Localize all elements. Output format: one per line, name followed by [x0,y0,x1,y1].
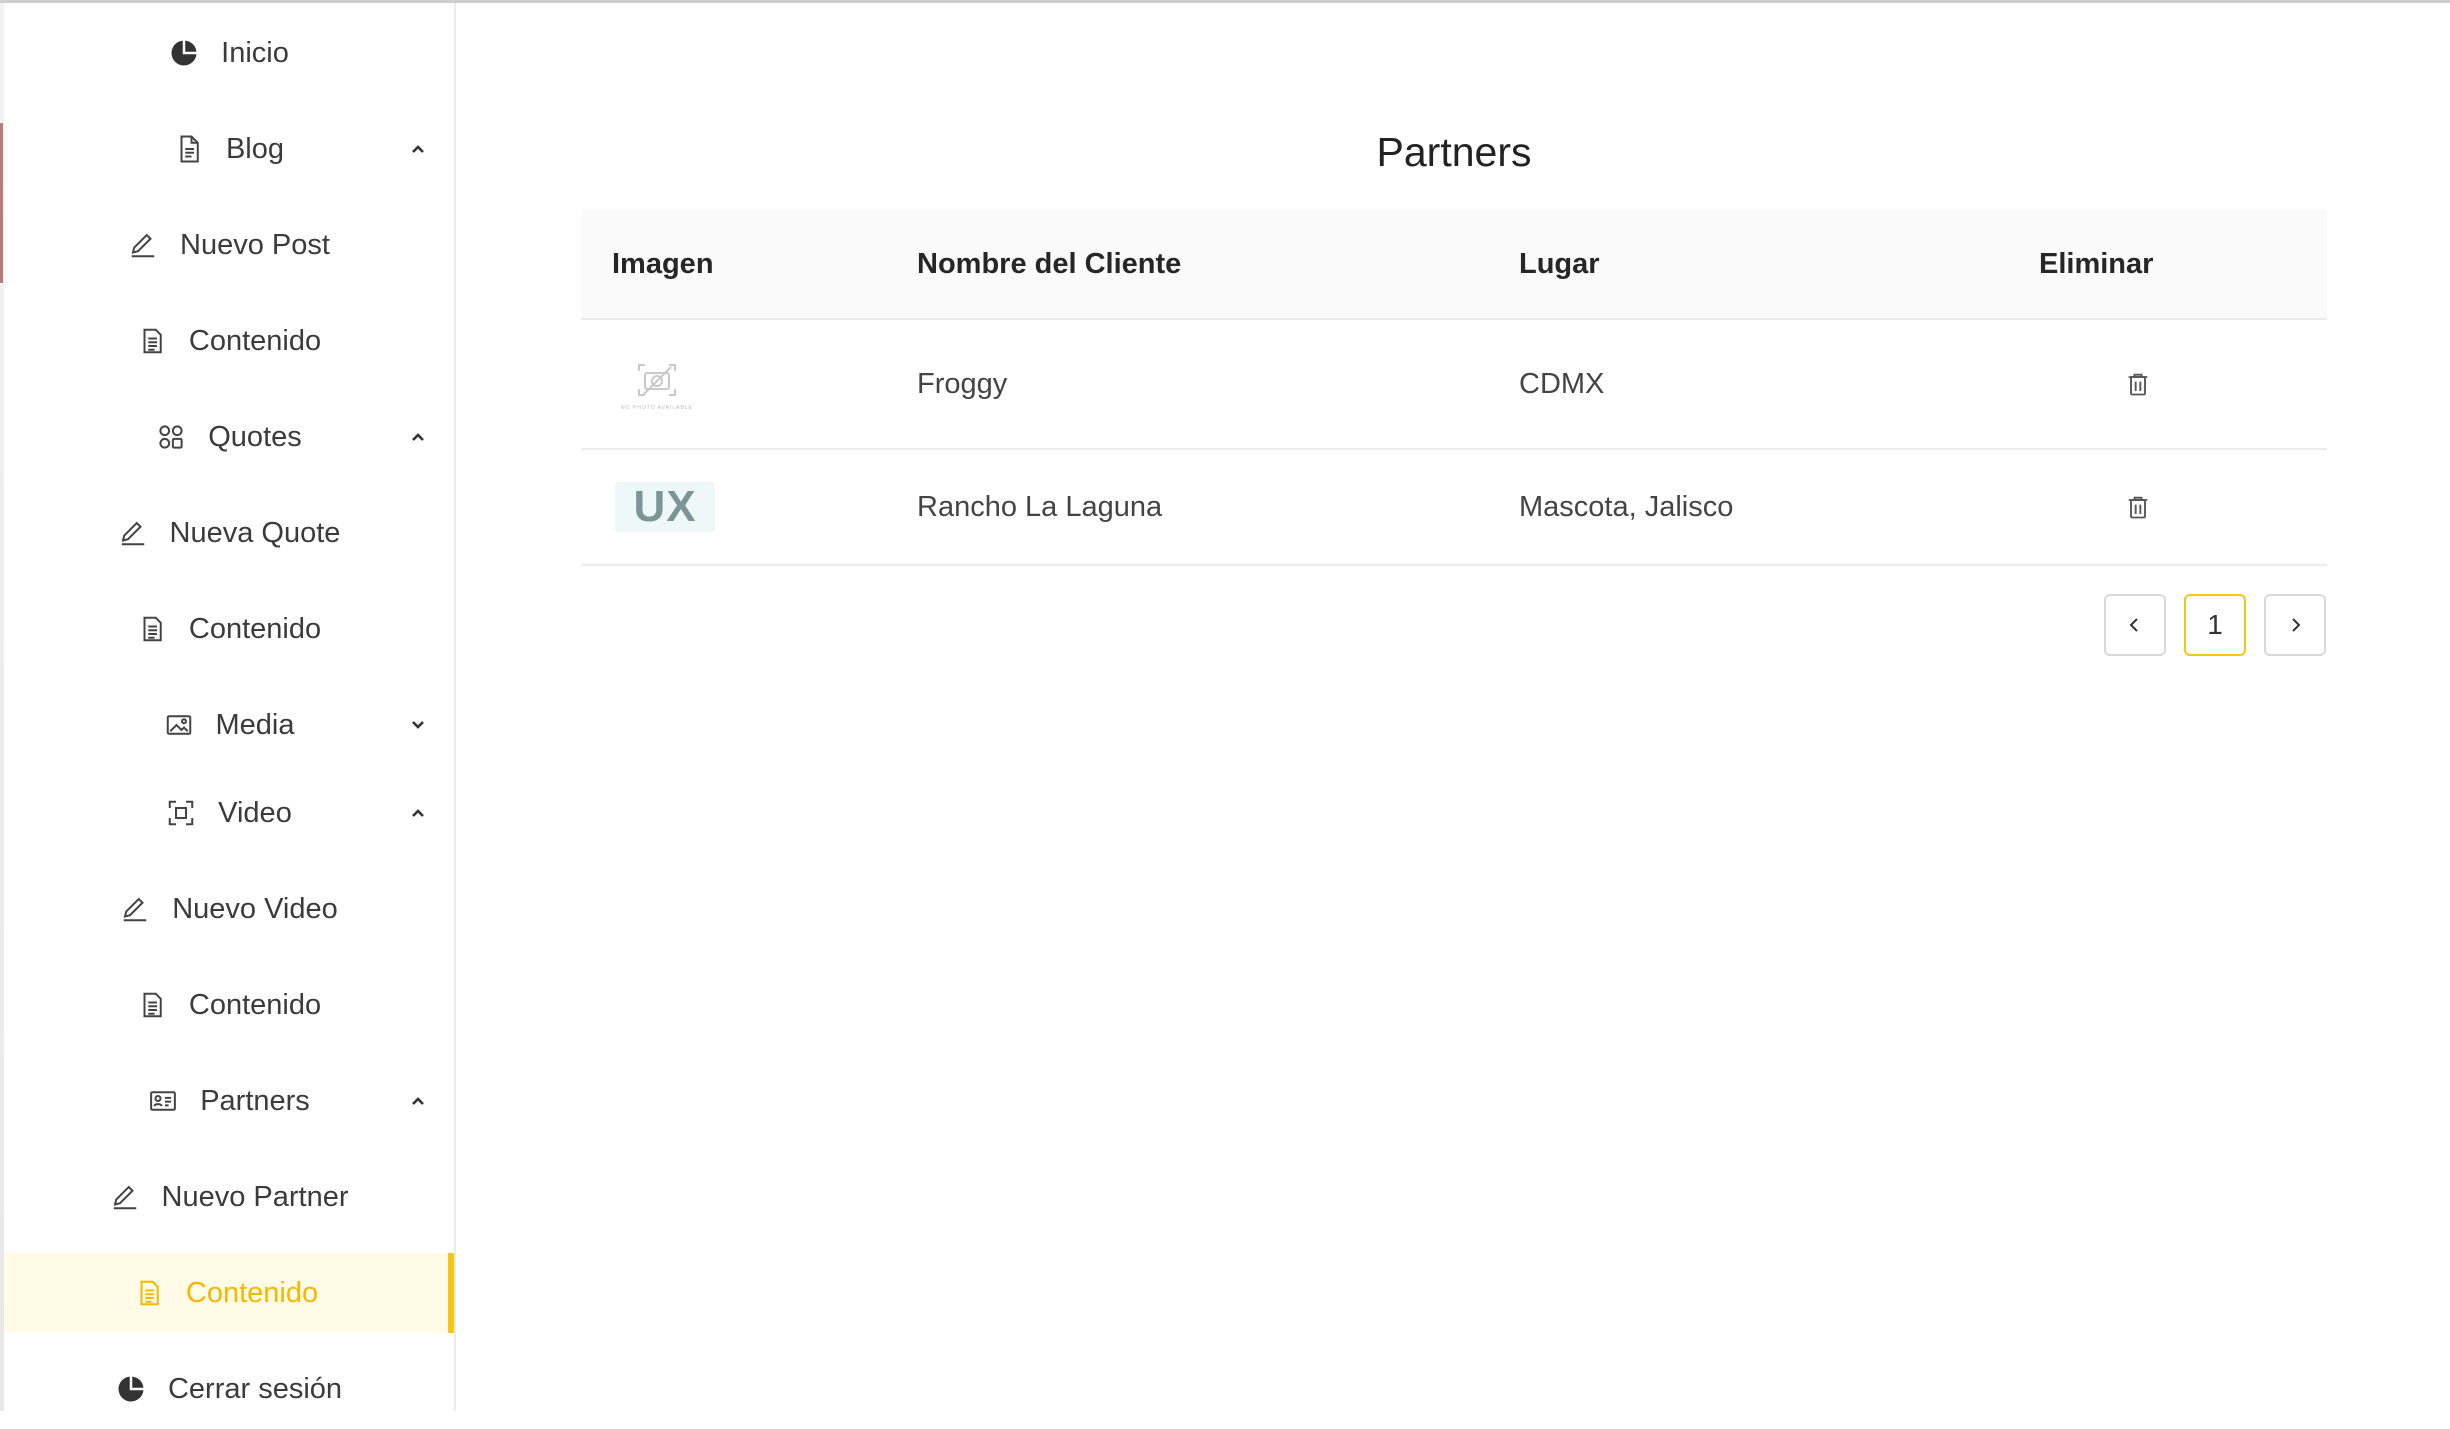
main-content: Partners Imagen Nombre del Cliente Lugar… [458,3,2450,1408]
apps-icon [156,422,186,452]
document-icon [134,1278,164,1308]
sidebar-item-media[interactable]: Media [4,685,454,765]
sidebar-item-label: Nuevo Post [180,228,330,261]
chevron-up-icon [408,1091,428,1111]
document-icon [137,326,167,356]
sidebar-item-label: Video [218,796,292,829]
sidebar-item-nueva-quote[interactable]: Nueva Quote [4,493,454,573]
column-header-eliminar: Eliminar [2039,247,2154,280]
partner-name: Rancho La Laguna [917,490,1163,523]
sidebar-item-label: Blog [225,132,285,165]
pagination-page-button[interactable]: 1 [2184,594,2246,656]
sidebar-item-label: Partners [200,1084,310,1117]
delete-trash-icon[interactable] [2124,370,2152,398]
sidebar-item-label: Inicio [221,36,289,69]
sidebar-item-label: Contenido [188,612,322,645]
sidebar-item-nuevo-video[interactable]: Nuevo Video [4,869,454,949]
pencil-icon [128,230,158,260]
sidebar-item-label: Nueva Quote [169,516,341,549]
column-header-nombre: Nombre del Cliente [917,247,1182,280]
column-header-imagen: Imagen [612,247,714,280]
column-header-lugar: Lugar [1519,247,1600,280]
pencil-icon [110,1182,140,1212]
chevron-left-icon [2129,618,2138,632]
document-icon [137,990,167,1020]
sidebar-item-label: Contenido [188,988,322,1021]
chevron-right-icon [2292,618,2301,632]
window-edge-accent [0,123,3,283]
table-header: Imagen Nombre del Cliente Lugar Eliminar [581,210,2327,320]
sidebar-item-label: Cerrar sesión [167,1372,343,1405]
sidebar-item-nuevo-partner[interactable]: Nuevo Partner [4,1157,454,1237]
picture-icon [164,710,194,740]
sidebar-item-cerrar-sesion[interactable]: Cerrar sesión [4,1349,454,1429]
partner-place: Mascota, Jalisco [1519,490,1734,523]
sidebar-item-label: Media [215,708,295,741]
chevron-up-icon [408,803,428,823]
partners-table: Imagen Nombre del Cliente Lugar Eliminar… [581,210,2327,566]
sidebar-item-quotes[interactable]: Quotes [4,397,454,477]
partner-place: CDMX [1519,367,1605,400]
document-icon [137,614,167,644]
sidebar-item-quotes-contenido[interactable]: Contenido [4,589,454,669]
sidebar-item-label: Contenido [188,324,322,357]
pencil-icon [118,518,148,548]
pagination-prev-button[interactable] [2104,594,2166,656]
sidebar-item-blog[interactable]: Blog [4,109,454,189]
partner-image-placeholder: NO PHOTO AVAILABLE [621,352,693,416]
delete-trash-icon[interactable] [2124,493,2152,521]
sidebar-item-partners[interactable]: Partners [4,1061,454,1141]
sidebar-item-nuevo-post[interactable]: Nuevo Post [4,205,454,285]
no-photo-text: NO PHOTO AVAILABLE [621,405,693,411]
chevron-down-icon [408,715,428,735]
pagination-next-button[interactable] [2264,594,2326,656]
partner-image-ux-logo: UX [615,482,715,532]
sidebar-item-video-contenido[interactable]: Contenido [4,965,454,1045]
scan-icon [166,798,196,828]
pie-chart-icon [169,38,199,68]
table-row: UX Rancho La Laguna Mascota, Jalisco [581,450,2327,566]
table-row: NO PHOTO AVAILABLE Froggy CDMX [581,320,2327,450]
sidebar: Inicio Blog Nuevo Post Contenido Quotes … [0,3,456,1411]
page-title: Partners [1376,129,1532,175]
chevron-up-icon [408,139,428,159]
sidebar-item-inicio[interactable]: Inicio [4,13,454,93]
file-text-icon [174,134,204,164]
sidebar-item-video[interactable]: Video [4,773,454,853]
pencil-icon [120,894,150,924]
pie-chart-icon [116,1374,146,1404]
sidebar-item-label: Contenido [185,1276,319,1309]
id-card-icon [148,1086,178,1116]
partner-name: Froggy [917,367,1008,400]
sidebar-item-blog-contenido[interactable]: Contenido [4,301,454,381]
sidebar-item-label: Nuevo Partner [161,1180,349,1213]
sidebar-item-label: Nuevo Video [172,892,338,925]
sidebar-item-label: Quotes [208,420,302,453]
sidebar-item-partners-contenido[interactable]: Contenido [4,1253,454,1333]
chevron-up-icon [408,427,428,447]
